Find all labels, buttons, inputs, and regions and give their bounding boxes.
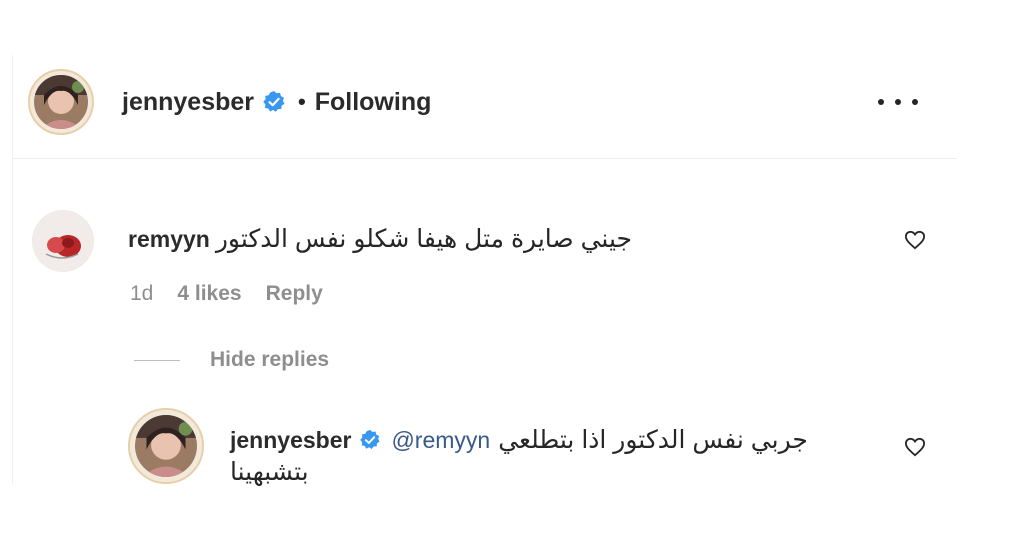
reply-text-line1: جربي نفس الدكتور اذا بتطلعي — [498, 426, 808, 454]
more-dot — [895, 99, 901, 105]
reply-text-line2: بتشبهينا — [230, 458, 309, 486]
avatar-photo — [135, 415, 197, 477]
reply-username[interactable]: jennyesber — [230, 424, 351, 456]
reply-item: jennyesber @remyyn جربي نفس الدكتور اذا … — [128, 408, 928, 498]
more-options-icon[interactable] — [878, 90, 918, 114]
instagram-comments-screenshot: jennyesber • Following remyyn جيني صايرة… — [0, 0, 1024, 538]
comment-meta: 1d 4 likes Reply — [130, 282, 323, 306]
replies-rule — [134, 359, 180, 361]
like-comment-heart-icon[interactable] — [904, 230, 926, 250]
commenter-username[interactable]: remyyn — [128, 226, 210, 253]
comment-item: remyyn جيني صايرة متل هيفا شكلو نفس الدك… — [32, 210, 932, 280]
avatar-photo — [34, 75, 88, 129]
comment-age: 1d — [130, 282, 154, 305]
comment-likes[interactable]: 4 likes — [177, 282, 241, 306]
reply-avatar[interactable] — [128, 408, 204, 484]
verified-badge-icon — [360, 429, 381, 449]
header-username[interactable]: jennyesber — [122, 88, 254, 117]
hide-replies-button[interactable]: Hide replies — [134, 348, 329, 372]
mention-link[interactable]: @remyyn — [391, 424, 490, 456]
hide-replies-label: Hide replies — [210, 348, 330, 371]
panel-border — [12, 55, 13, 485]
commenter-avatar[interactable] — [32, 210, 94, 272]
comment-text: جيني صايرة متل هيفا شكلو نفس الدكتور — [215, 225, 632, 253]
more-dot — [878, 99, 884, 105]
post-header: jennyesber • Following — [28, 62, 958, 142]
like-reply-heart-icon[interactable] — [904, 437, 926, 457]
header-avatar[interactable] — [28, 69, 94, 135]
verified-badge-icon — [263, 91, 285, 112]
more-dot — [912, 99, 918, 105]
header-divider — [12, 158, 957, 159]
screenshot-crop-edge — [0, 486, 1024, 538]
following-button[interactable]: Following — [315, 88, 432, 117]
reply-button[interactable]: Reply — [266, 282, 323, 306]
separator-dot: • — [298, 89, 306, 114]
